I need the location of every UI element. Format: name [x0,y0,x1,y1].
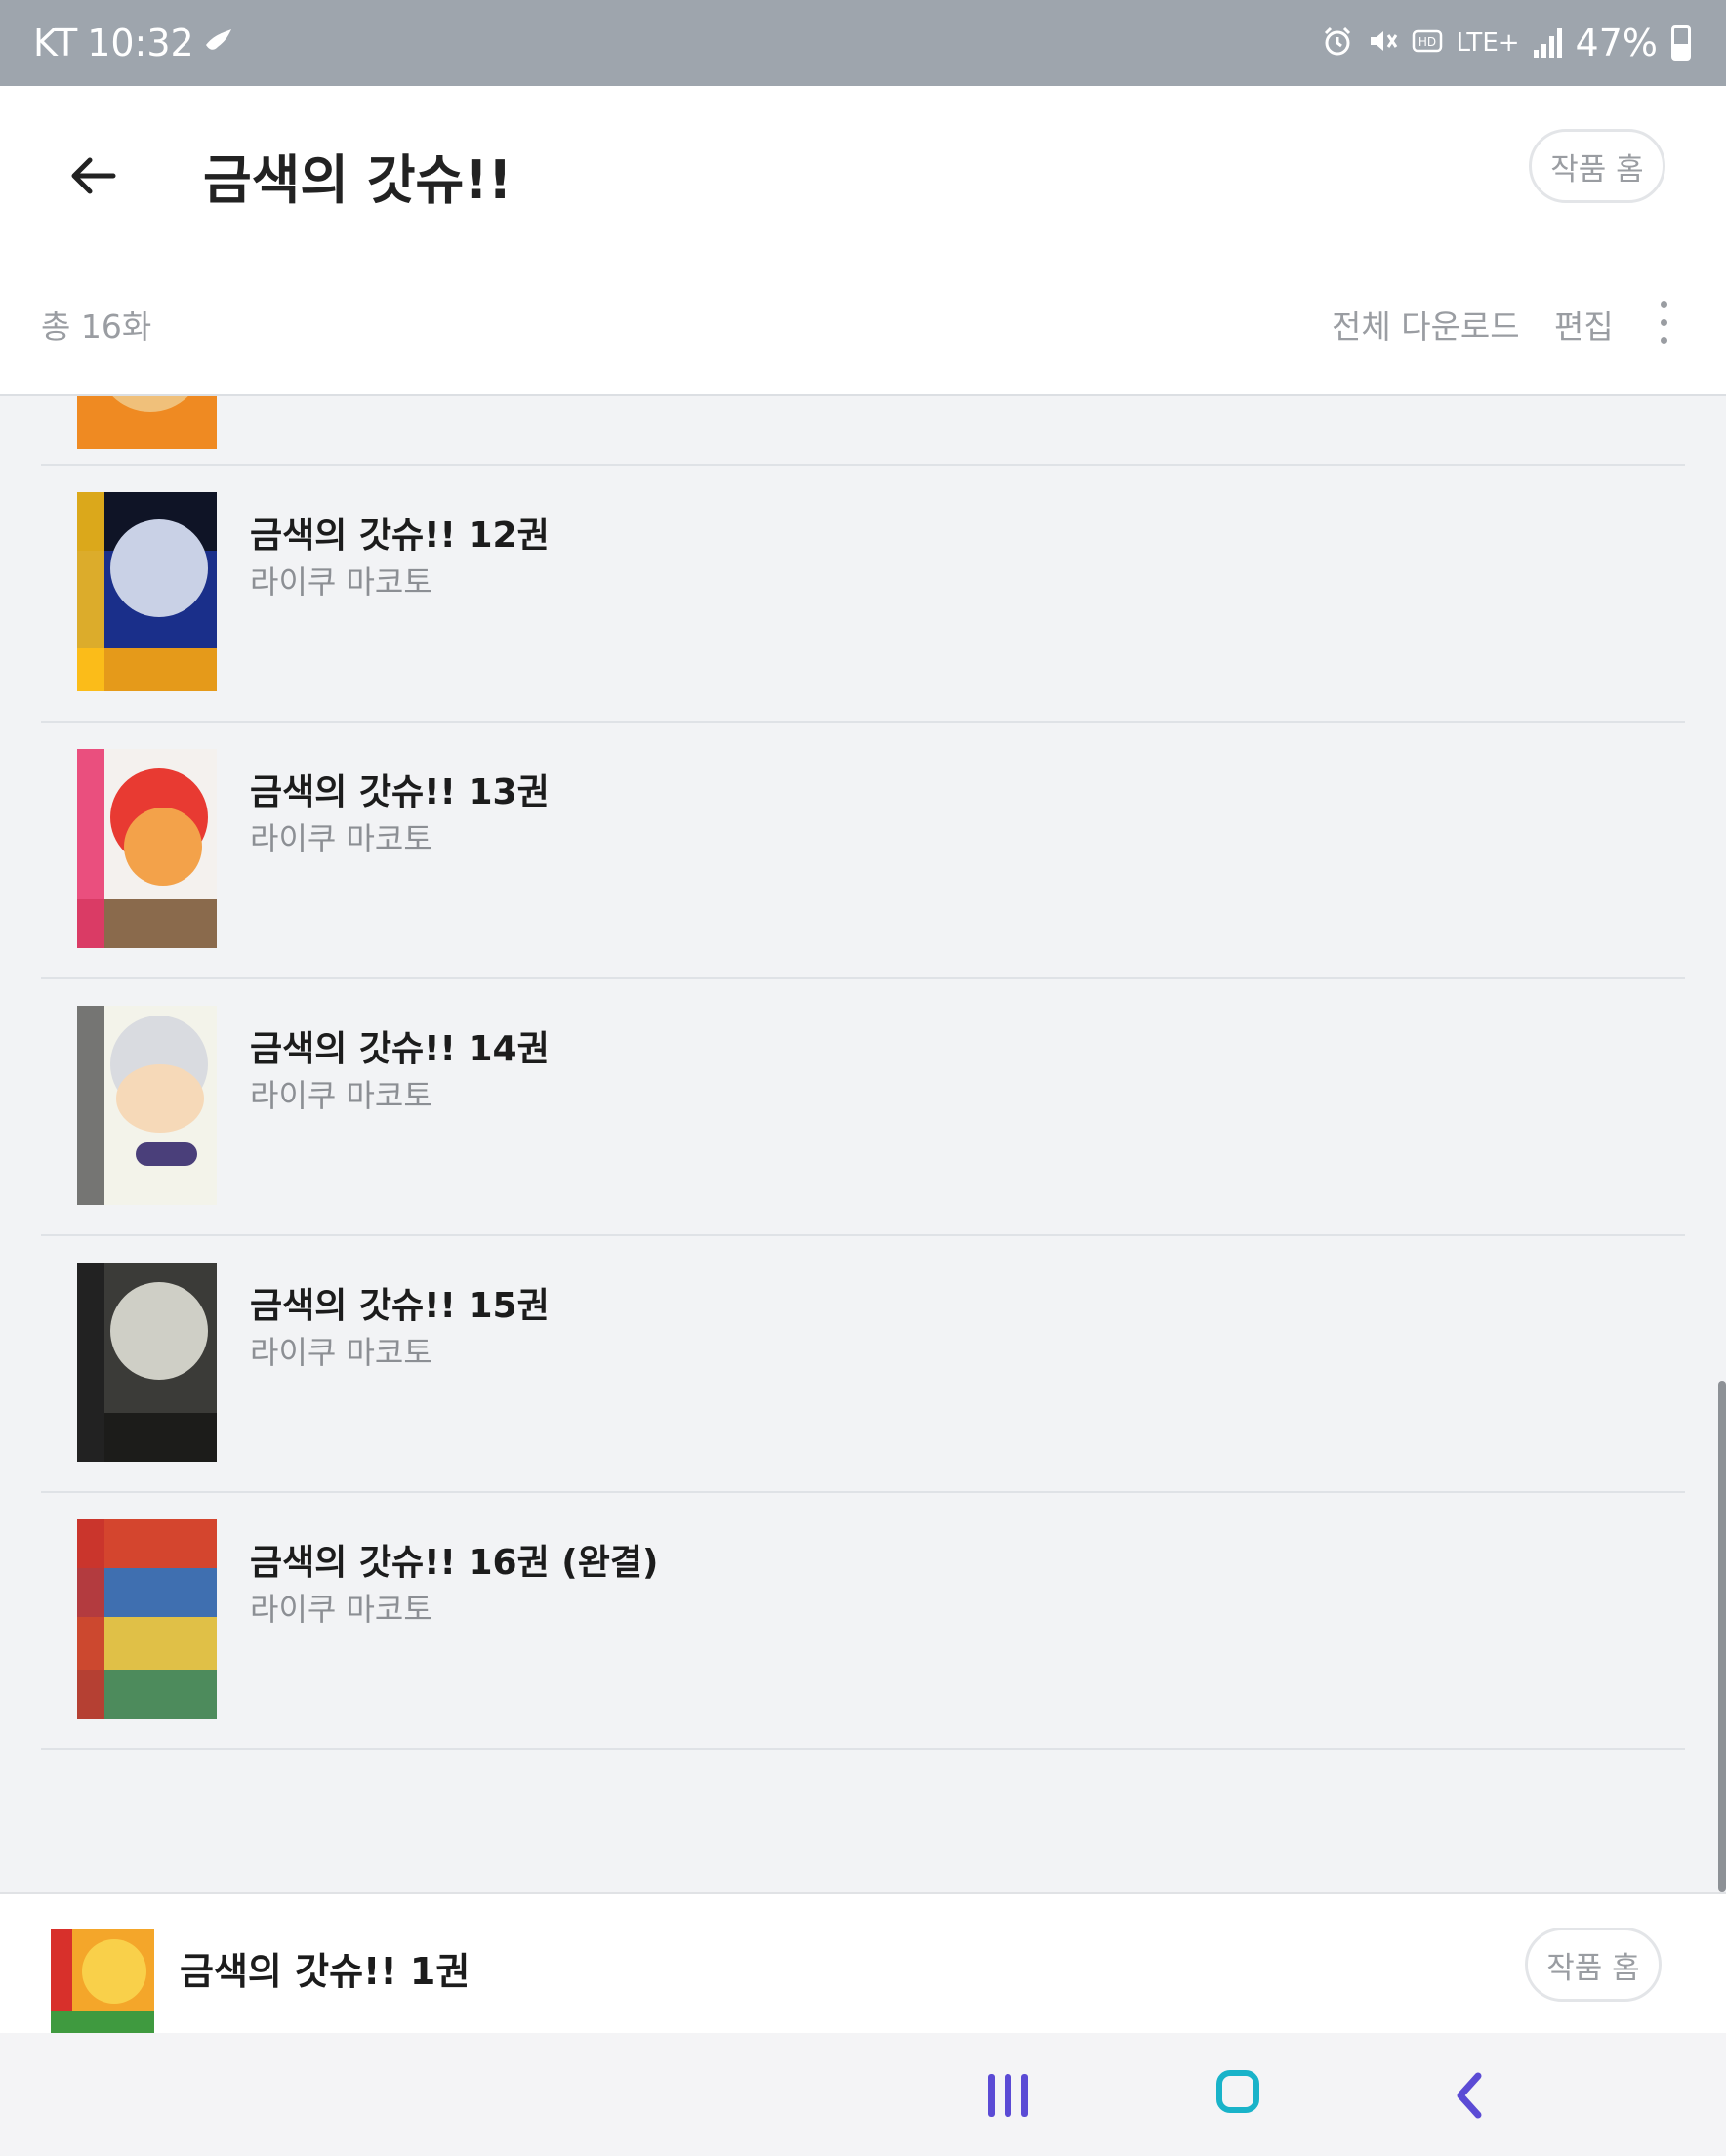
cover-thumbnail [77,1263,217,1462]
cover-thumbnail [77,396,217,449]
mini-title: 금색의 갓슈!! 1권 [180,1950,471,1993]
item-author: 라이쿠 마코토 [250,1077,432,1114]
list-item[interactable]: 금색의 갓슈!! 14권 라이쿠 마코토 [41,977,1685,1236]
list-item[interactable]: 금색의 갓슈!! 15권 라이쿠 마코토 [41,1234,1685,1493]
item-author: 라이쿠 마코토 [250,820,432,857]
app-header: 금색의 갓슈!! 작품 홈 총 16화 전체 다운로드 편집 [0,86,1726,396]
work-home-button[interactable]: 작품 홈 [1529,129,1665,203]
total-episodes: 총 16화 [41,308,152,346]
page-title: 금색의 갓슈!! [203,149,513,211]
list-item[interactable]: 금색의 갓슈!! 13권 라이쿠 마코토 [41,721,1685,979]
item-author: 라이쿠 마코토 [250,1334,432,1371]
nav-back-icon[interactable] [1449,2068,1488,2123]
bird-icon [204,27,233,60]
svg-text:HD: HD [1418,35,1435,49]
signal-icon [1533,28,1562,58]
cover-thumbnail [77,749,217,948]
scrollbar[interactable] [1718,1381,1726,1892]
list-item[interactable]: 금색의 갓슈!! 12권 라이쿠 마코토 [41,464,1685,723]
more-options-icon[interactable] [1654,301,1673,344]
cover-thumbnail [77,1519,217,1719]
item-title: 금색의 갓슈!! 13권 [250,772,550,812]
work-home-button-bottom[interactable]: 작품 홈 [1525,1928,1662,2002]
item-title: 금색의 갓슈!! 15권 [250,1286,550,1326]
status-bar: KT 10:32 HD LTE+ 47% [0,0,1726,86]
continue-reading-bar[interactable]: 금색의 갓슈!! 1권 작품 홈 [0,1892,1726,2035]
battery-percent: 47% [1575,21,1658,64]
item-author: 라이쿠 마코토 [250,1591,432,1628]
mute-icon [1367,25,1398,62]
status-right: HD LTE+ 47% [1322,21,1691,64]
status-left: KT 10:32 [33,21,233,64]
home-icon[interactable] [1216,2070,1259,2113]
episode-list[interactable]: 금색의 갓슈!! 12권 라이쿠 마코토 금색의 갓슈!! 13권 라이쿠 마코… [0,396,1726,1892]
navigation-bar [0,2033,1726,2156]
carrier-label: KT [33,21,78,64]
cover-thumbnail [77,1006,217,1205]
back-arrow-icon[interactable] [62,145,125,207]
clock: 10:32 [87,21,194,64]
battery-icon [1671,25,1691,61]
hd-icon: HD [1412,27,1443,59]
edit-button[interactable]: 편집 [1554,301,1614,348]
alarm-icon [1322,25,1353,62]
item-title: 금색의 갓슈!! 12권 [250,516,550,556]
network-label: LTE+ [1456,28,1520,58]
list-item-partial[interactable] [41,396,1685,466]
item-title: 금색의 갓슈!! 14권 [250,1029,550,1069]
item-author: 라이쿠 마코토 [250,563,432,601]
list-item[interactable]: 금색의 갓슈!! 16권 (완결) 라이쿠 마코토 [41,1491,1685,1750]
mini-cover-thumbnail [51,1929,154,2035]
cover-thumbnail [77,492,217,691]
download-all-button[interactable]: 전체 다운로드 [1332,301,1520,348]
recent-apps-icon[interactable] [988,2074,1028,2117]
item-title: 금색의 갓슈!! 16권 (완결) [250,1543,659,1583]
